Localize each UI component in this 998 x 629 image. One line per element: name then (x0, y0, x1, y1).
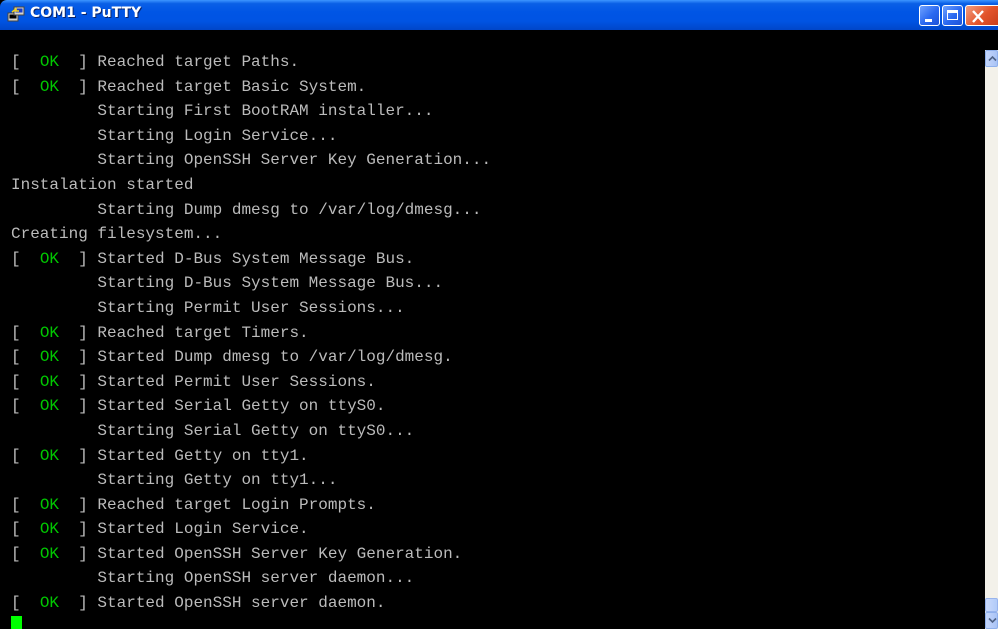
terminal-line: Creating filesystem... (11, 222, 491, 247)
terminal-line: [ OK ] Started Dump dmesg to /var/log/dm… (11, 348, 453, 367)
terminal-line-text: Started Serial Getty on ttyS0. (97, 397, 386, 416)
terminal-line-text: Starting Login Service... (97, 126, 338, 145)
terminal-line: [ OK ] Started Serial Getty on ttyS0. (11, 397, 386, 416)
cursor-line (11, 616, 491, 629)
terminal-line: Starting Serial Getty on ttyS0... (11, 419, 491, 444)
terminal-line: [ OK ] Started Permit User Sessions. (11, 372, 376, 391)
terminal-line: Starting OpenSSH Server Key Generation..… (11, 148, 491, 173)
terminal-line-text: Started D-Bus System Message Bus. (97, 249, 415, 268)
ok-status: OK (39, 520, 60, 539)
scroll-up-button[interactable] (985, 50, 998, 67)
close-button[interactable] (965, 5, 998, 26)
terminal-line: [ OK ] Started Login Service. (11, 520, 309, 539)
close-icon (972, 10, 984, 23)
chevron-up-icon (988, 55, 997, 62)
terminal-line-text: Starting OpenSSH server daemon... (97, 569, 415, 588)
ok-status: OK (39, 77, 60, 96)
terminal-line: [ OK ] Started OpenSSH server daemon. (11, 594, 386, 613)
terminal-lines: [ OK ] Reached target Paths. [ OK ] Reach… (11, 50, 491, 629)
vertical-scrollbar[interactable] (985, 50, 998, 629)
terminal-line-text: Started Getty on tty1. (97, 446, 309, 465)
ok-status: OK (39, 249, 60, 268)
ok-status: OK (39, 594, 60, 613)
terminal-line: [ OK ] Reached target Basic System. (11, 77, 367, 96)
terminal-line-text: Starting D-Bus System Message Bus... (97, 274, 444, 293)
terminal-line: [ OK ] Started D-Bus System Message Bus. (11, 249, 415, 268)
terminal-line: [ OK ] Reached target Paths. (11, 53, 300, 71)
terminal-line-text: Reached target Login Prompts. (97, 495, 376, 514)
scroll-thumb[interactable] (985, 598, 998, 612)
window-title: COM1 - PuTTY (30, 5, 142, 21)
terminal-line-text: Started Dump dmesg to /var/log/dmesg. (97, 348, 453, 367)
terminal-line-text: Starting Permit User Sessions... (97, 298, 405, 317)
terminal-line: [ OK ] Reached target Timers. (11, 323, 309, 342)
terminal-line-text: Creating filesystem... (11, 225, 223, 244)
putty-icon[interactable] (7, 6, 25, 24)
putty-window: COM1 - PuTTY [ OK ] Reached target Paths… (0, 0, 998, 629)
terminal-line: [ OK ] Started Getty on tty1. (11, 446, 309, 465)
terminal-line: Starting Getty on tty1... (11, 468, 491, 493)
terminal-line-text: Starting First BootRAM installer... (97, 102, 434, 121)
ok-status: OK (39, 372, 60, 391)
terminal-line: Instalation started (11, 173, 491, 198)
terminal-line-text: Instalation started (11, 175, 194, 194)
terminal-line-text: Started Permit User Sessions. (97, 372, 376, 391)
terminal-line: [ OK ] Reached target Login Prompts. (11, 495, 376, 514)
terminal-output[interactable]: [ OK ] Reached target Paths. [ OK ] Reach… (0, 30, 985, 629)
terminal-line: Starting Dump dmesg to /var/log/dmesg... (11, 198, 491, 223)
terminal-line: [ OK ] Started OpenSSH Server Key Genera… (11, 544, 463, 563)
terminal-line-text: Started Login Service. (97, 520, 309, 539)
terminal-line-text: Started OpenSSH server daemon. (97, 594, 386, 613)
terminal-line: Starting Login Service... (11, 124, 491, 149)
scroll-down-button[interactable] (985, 612, 998, 629)
minimize-button[interactable] (919, 5, 940, 26)
ok-status: OK (39, 495, 60, 514)
terminal-line: Starting D-Bus System Message Bus... (11, 271, 491, 296)
ok-status: OK (39, 446, 60, 465)
maximize-button[interactable] (942, 5, 963, 26)
title-bar[interactable]: COM1 - PuTTY (0, 0, 998, 30)
ok-status: OK (39, 544, 60, 563)
terminal-cursor (11, 616, 22, 629)
terminal-line-text: Starting OpenSSH Server Key Generation..… (97, 151, 492, 170)
ok-status: OK (39, 53, 60, 71)
ok-status: OK (39, 323, 60, 342)
terminal-line-text: Reached target Timers. (97, 323, 309, 342)
terminal-line-text: Reached target Basic System. (97, 77, 367, 96)
terminal-line-text: Starting Serial Getty on ttyS0... (97, 421, 415, 440)
terminal-line: Starting Permit User Sessions... (11, 296, 491, 321)
ok-status: OK (39, 397, 60, 416)
terminal-line: Starting OpenSSH server daemon... (11, 566, 491, 591)
ok-status: OK (39, 348, 60, 367)
terminal-line-text: Started OpenSSH Server Key Generation. (97, 544, 463, 563)
chevron-down-icon (988, 617, 997, 624)
terminal-line-text: Starting Getty on tty1... (97, 471, 338, 490)
terminal-line-text: Reached target Paths. (97, 53, 300, 71)
terminal-line-text: Starting Dump dmesg to /var/log/dmesg... (97, 200, 482, 219)
terminal-line: Starting First BootRAM installer... (11, 99, 491, 124)
